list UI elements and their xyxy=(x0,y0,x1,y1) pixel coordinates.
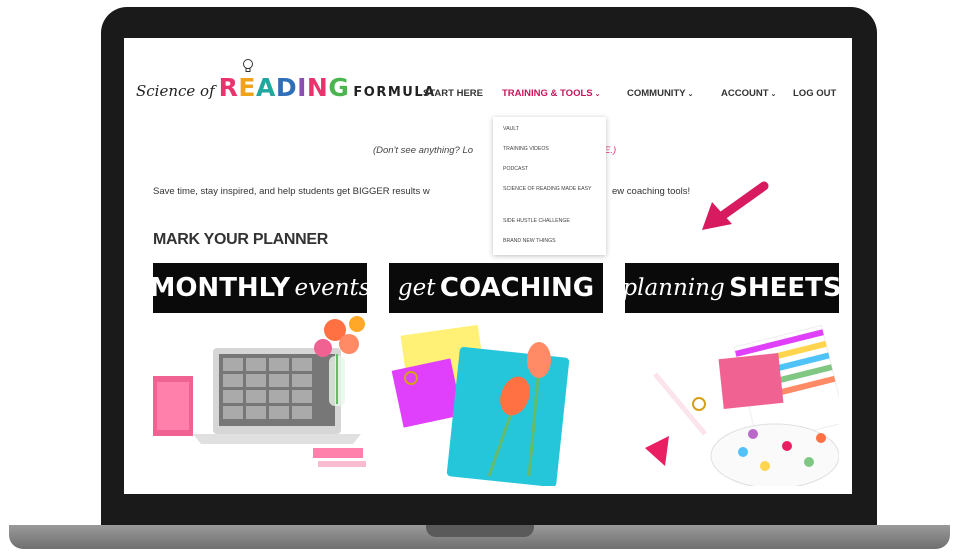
dropdown-item-side-hustle[interactable]: SIDE HUSTLE CHALLENGE xyxy=(503,218,601,225)
nav-training-tools[interactable]: TRAINING & TOOLS ⌄ xyxy=(502,88,600,99)
dropdown-item-vault[interactable]: VAULT xyxy=(503,126,601,133)
logo-letter: I xyxy=(297,73,307,102)
chevron-down-icon: ⌄ xyxy=(770,91,777,98)
training-tools-dropdown: VAULT TRAINING VIDEOS PODCAST SCIENCE OF… xyxy=(493,117,606,255)
dropdown-item-brand-new[interactable]: BRAND NEW THINGS xyxy=(503,238,601,245)
chevron-down-icon: ⌄ xyxy=(594,91,601,98)
logo-letter: G xyxy=(328,73,350,102)
logo-reading: READING xyxy=(219,73,350,102)
card-photo-coaching[interactable] xyxy=(389,316,603,486)
card-photo-planning[interactable] xyxy=(625,316,839,486)
nav-community-label: COMMUNITY xyxy=(627,88,686,99)
nav-start-here[interactable]: START HERE xyxy=(423,88,483,99)
banner-bold-text: MONTHLY xyxy=(149,273,291,303)
banner-script-text: events xyxy=(294,275,371,301)
browser-screen: Science of READING FORMULA START HERE TR… xyxy=(124,38,852,494)
laptop-notch xyxy=(426,525,534,537)
card-banner-monthly-events[interactable]: MONTHLY events xyxy=(149,263,371,313)
nav-start-here-label: START HERE xyxy=(423,88,483,99)
nav-log-out-label: LOG OUT xyxy=(793,88,837,99)
logo-letter: A xyxy=(255,73,276,102)
logo-letter: E xyxy=(238,73,256,102)
banner-bold-text: SHEETS xyxy=(729,273,842,303)
notice-text: (Don't see anything? Lo xyxy=(373,145,474,156)
nav-log-out[interactable]: LOG OUT xyxy=(793,88,836,99)
card-banner-planning-sheets[interactable]: planning SHEETS xyxy=(622,263,842,313)
logo-letter: N xyxy=(306,73,329,102)
banner-bold-text: COACHING xyxy=(439,273,595,303)
banner-script-text: planning xyxy=(622,275,725,301)
nav-account-label: ACCOUNT xyxy=(721,88,769,99)
chevron-down-icon: ⌄ xyxy=(687,91,694,98)
card-banner-get-coaching[interactable]: get COACHING xyxy=(389,263,603,313)
tagline-text-end: ew coaching tools! xyxy=(612,186,691,197)
site-logo[interactable]: Science of READING FORMULA xyxy=(136,73,436,102)
dropdown-item-training-videos[interactable]: TRAINING VIDEOS xyxy=(503,146,601,153)
section-heading: MARK YOUR PLANNER xyxy=(153,231,329,248)
card-photo-laptop[interactable] xyxy=(153,316,367,486)
pointer-arrow-icon xyxy=(702,181,769,230)
logo-letter: R xyxy=(218,73,239,102)
banner-script-text: get xyxy=(397,275,436,301)
nav-community[interactable]: COMMUNITY ⌄ xyxy=(627,88,693,99)
logo-script: Science of xyxy=(136,82,215,100)
nav-account[interactable]: ACCOUNT ⌄ xyxy=(721,88,776,99)
nav-training-tools-label: TRAINING & TOOLS xyxy=(502,88,593,99)
tagline-text: Save time, stay inspired, and help stude… xyxy=(153,186,430,197)
lightbulb-icon xyxy=(243,59,253,72)
dropdown-item-podcast[interactable]: PODCAST xyxy=(503,166,601,173)
dropdown-item-science-of-reading[interactable]: SCIENCE OF READING MADE EASY xyxy=(503,186,601,193)
logo-letter: D xyxy=(275,73,298,102)
